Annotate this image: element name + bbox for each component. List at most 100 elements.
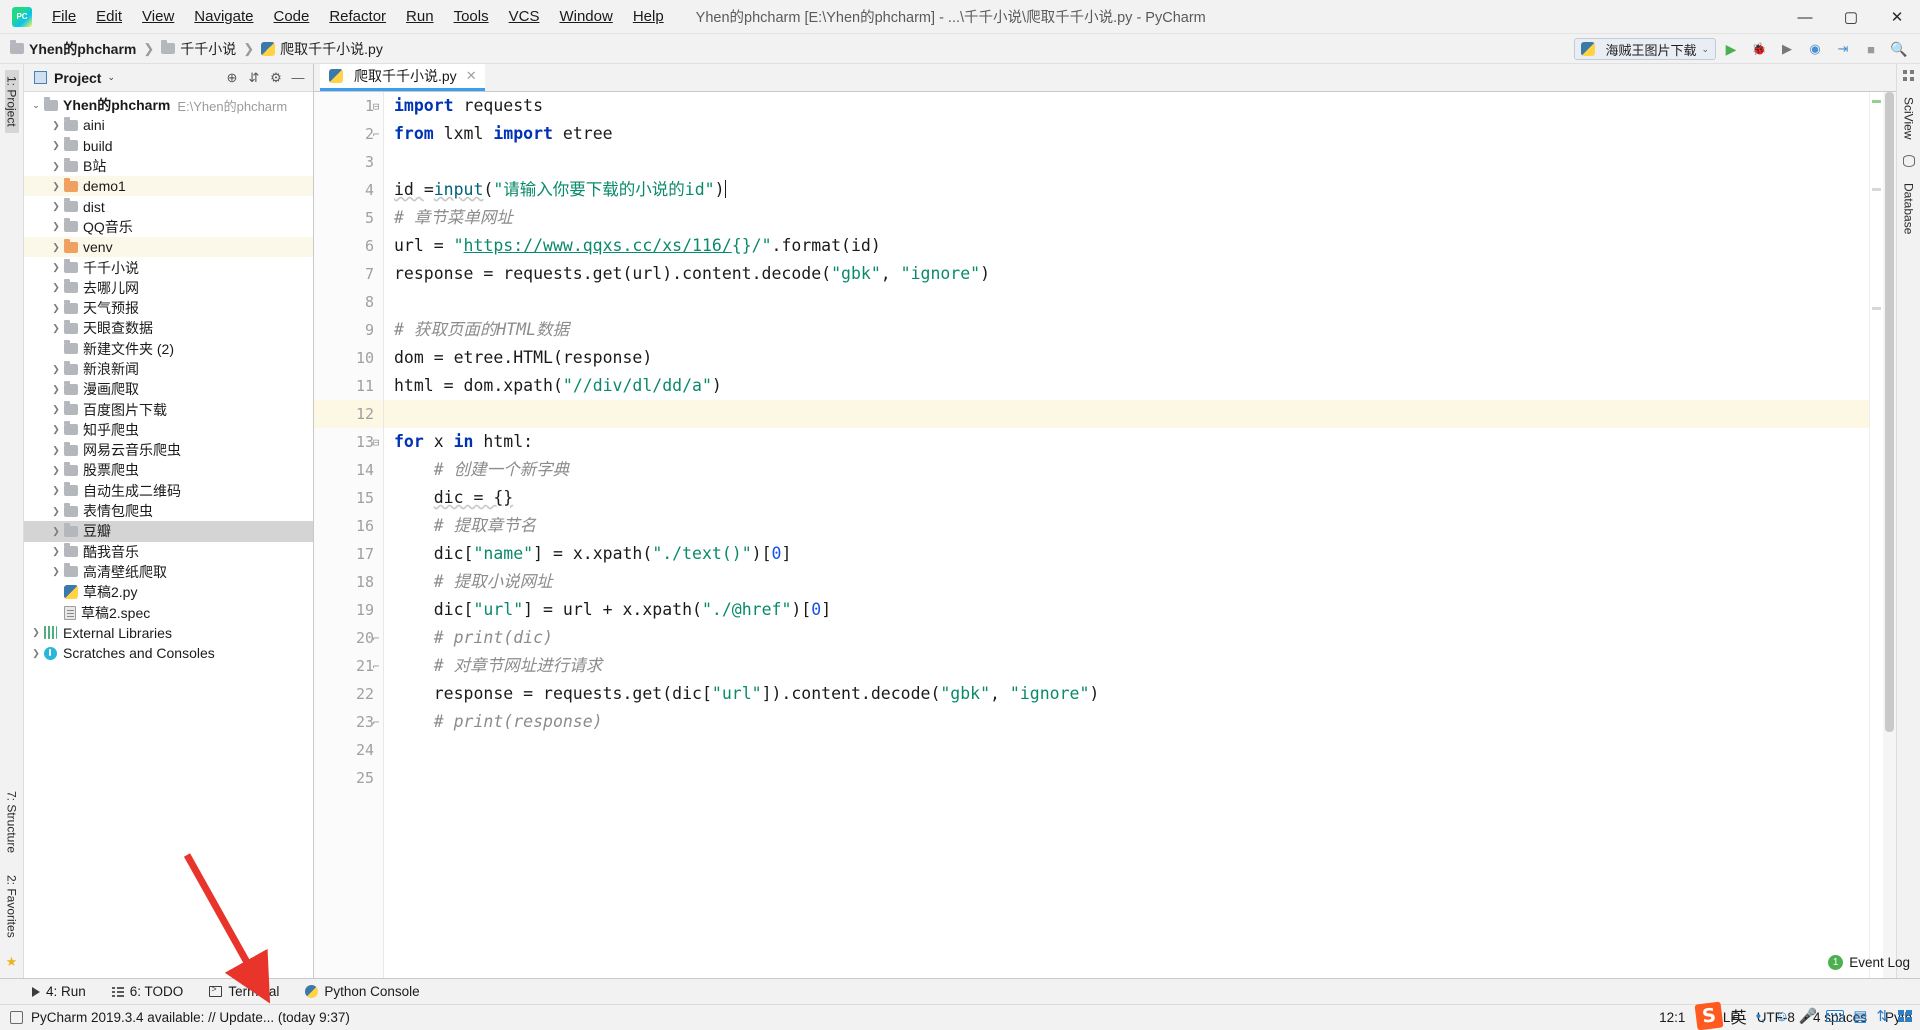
gutter-line-number[interactable]: 12 [314,400,383,428]
code-fold-icon[interactable]: ⌐ [369,708,383,736]
editor-gutter[interactable]: 1 ⊟ 2 ⌐ 3 4 5 6 7 8 9 10 11 12 13 ⊟ 14 15 16 17 18 19 20 ⌐ 21 ⌐ 22… [314,92,384,978]
chevron-right-icon[interactable]: ❯ [48,506,64,517]
chevron-right-icon[interactable]: ❯ [48,323,64,334]
gutter-line-number[interactable]: 5 [314,204,383,232]
tree-node[interactable]: ❯ 新浪新闻 [24,359,313,379]
gutter-line-number[interactable]: 22 [314,680,383,708]
minimize-button[interactable]: — [1782,0,1828,34]
gutter-line-number[interactable]: 10 [314,344,383,372]
gutter-line-number[interactable]: 14 [314,456,383,484]
code-line[interactable]: response = requests.get(url).content.dec… [394,260,1869,288]
tree-node[interactable]: ❯ 漫画爬取 [24,379,313,399]
chevron-right-icon[interactable]: ❯ [28,627,44,638]
breadcrumb-item-file[interactable]: 爬取千千小说.py [280,39,383,59]
chevron-right-icon[interactable]: ❯ [48,384,64,395]
rail-item-database[interactable]: Database [1902,177,1916,240]
gutter-line-number[interactable]: 4 [314,176,383,204]
gutter-line-number[interactable]: 24 [314,736,383,764]
code-line[interactable]: # print(response) [394,708,1869,736]
status-message[interactable]: PyCharm 2019.3.4 available: // Update...… [31,1010,350,1025]
maximize-button[interactable]: ▢ [1828,0,1874,34]
code-content[interactable]: import requests from lxml import etree id … [384,92,1869,978]
chevron-right-icon[interactable]: ❯ [48,404,64,415]
tree-node[interactable]: ❯ Scratches and Consoles [24,643,313,663]
chevron-right-icon[interactable]: ❯ [48,221,64,232]
menu-vcs[interactable]: VCS [499,4,550,29]
profile-button[interactable]: ◉ [1802,37,1828,61]
tree-node[interactable]: ❯ 高清壁纸爬取 [24,562,313,582]
gutter-line-number[interactable]: 11 [314,372,383,400]
ime-calendar-icon[interactable]: ▤ [1853,1007,1867,1025]
menu-view[interactable]: View [132,4,184,29]
gutter-line-number[interactable]: 7 [314,260,383,288]
chevron-right-icon[interactable]: ❯ [48,566,64,577]
tab-crawl-novel-py[interactable]: 爬取千千小说.py ✕ [320,64,485,91]
gutter-line-number[interactable]: 16 [314,512,383,540]
tree-node[interactable]: ❯ 股票爬虫 [24,460,313,480]
ime-keyboard-icon[interactable] [1826,1010,1845,1022]
gutter-line-number[interactable]: 21 ⌐ [314,652,383,680]
code-line[interactable]: # 获取页面的HTML数据 [394,316,1869,344]
code-line[interactable]: # 提取章节名 [394,512,1869,540]
gutter-line-number[interactable]: 8 [314,288,383,316]
chevron-right-icon[interactable]: ❯ [48,546,64,557]
tree-node[interactable]: ❯ aini [24,115,313,135]
chevron-right-icon[interactable]: ❯ [48,303,64,314]
chevron-down-icon[interactable]: ⌄ [107,72,115,83]
code-line[interactable] [394,288,1869,316]
tree-node[interactable]: ❯ 知乎爬虫 [24,420,313,440]
tree-node[interactable]: ❯ dist [24,196,313,216]
tool-window-run[interactable]: 4: Run [32,984,86,999]
code-line[interactable] [384,400,1869,428]
code-line[interactable]: dom = etree.HTML(response) [394,344,1869,372]
menu-code[interactable]: Code [263,4,319,29]
chevron-right-icon[interactable]: ❯ [48,364,64,375]
chevron-right-icon[interactable]: ❯ [48,445,64,456]
code-line[interactable]: # print(dic) [394,624,1869,652]
code-fold-icon[interactable]: ⊟ [369,92,383,120]
debug-button[interactable]: 🐞 [1746,37,1772,61]
code-line[interactable]: # 对章节网址进行请求 [394,652,1869,680]
tree-node[interactable]: 草稿2.spec [24,602,313,622]
chevron-right-icon[interactable]: ❯ [48,485,64,496]
tree-node[interactable]: 草稿2.py [24,582,313,602]
gutter-line-number[interactable]: 1 ⊟ [314,92,383,120]
breadcrumb-item-folder[interactable]: 千千小说 [180,39,236,59]
tree-node[interactable]: ❯ 酷我音乐 [24,542,313,562]
tree-node[interactable]: ❯ 豆瓣 [24,521,313,542]
code-line[interactable]: # 提取小说网址 [394,568,1869,596]
code-line[interactable]: dic["url"] = url + x.xpath("./@href")[0] [394,596,1869,624]
tree-node[interactable]: ❯ 百度图片下载 [24,399,313,419]
chevron-right-icon[interactable]: ❯ [48,282,64,293]
tree-node[interactable]: ⌄ Yhen的phcharm E:\Yhen的phcharm [24,95,313,115]
gutter-line-number[interactable]: 17 [314,540,383,568]
ime-toolbox-icon[interactable] [1898,1010,1912,1022]
gutter-line-number[interactable]: 9 [314,316,383,344]
ime-punctuation-icon[interactable]: •, [1756,1008,1765,1025]
caret-position[interactable]: 12:1 [1659,1010,1685,1025]
tool-window-python-console[interactable]: Python Console [305,984,420,999]
stop-button[interactable]: ■ [1858,37,1884,61]
ime-updown-icon[interactable]: ⇅ [1876,1007,1889,1025]
tree-node[interactable]: ❯ build [24,136,313,156]
run-configuration-selector[interactable]: 海贼王图片下载 ⌄ [1574,38,1716,60]
code-line[interactable]: response = requests.get(dic["url"]).cont… [394,680,1869,708]
tree-node[interactable]: ❯ venv [24,237,313,258]
close-button[interactable]: ✕ [1874,0,1920,34]
code-line[interactable] [394,736,1869,764]
rail-item-favorites[interactable]: 2: Favorites [5,869,19,944]
chevron-right-icon[interactable]: ❯ [48,120,64,131]
rail-item-project[interactable]: 1: Project [4,70,19,133]
menu-file[interactable]: File [42,4,86,29]
tree-node[interactable]: ❯ 表情包爬虫 [24,501,313,521]
code-line[interactable]: id =input("请输入你要下载的小说的id") [394,176,1869,204]
code-line[interactable]: # 章节菜单网址 [394,204,1869,232]
search-everywhere-icon[interactable]: 🔍 [1886,37,1912,61]
ime-language-indicator[interactable]: 英 [1731,1004,1747,1028]
collapse-all-icon[interactable]: ⇵ [243,67,265,89]
editor-scrollbar[interactable] [1883,92,1896,978]
chevron-right-icon[interactable]: ❯ [48,526,64,537]
rail-item-structure[interactable]: 7: Structure [5,785,19,859]
code-line[interactable] [394,148,1869,176]
chevron-right-icon[interactable]: ❯ [48,140,64,151]
